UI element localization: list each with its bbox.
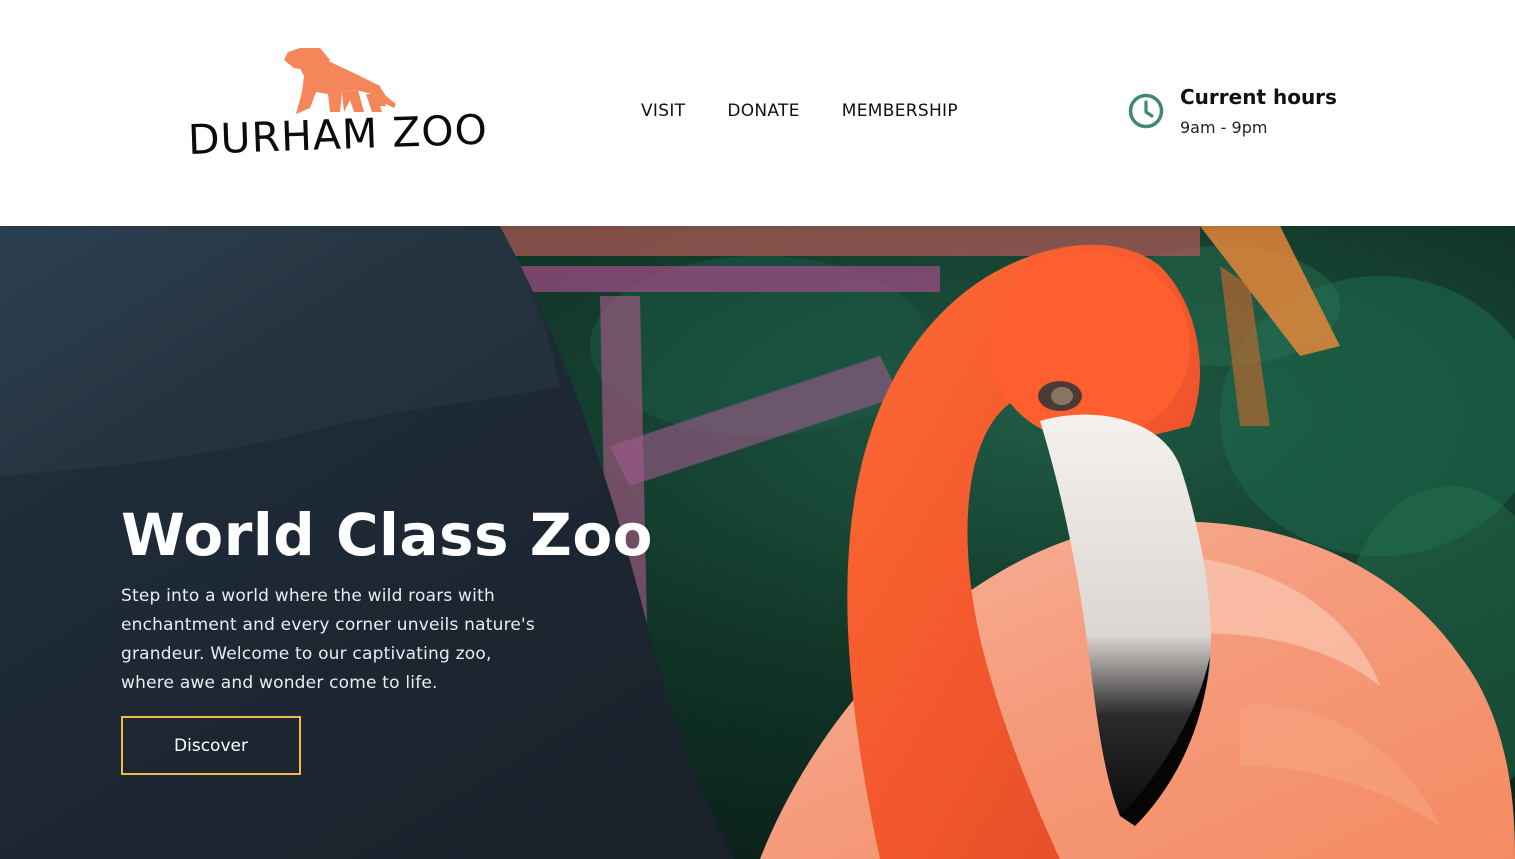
main-nav: VISIT DONATE MEMBERSHIP — [641, 100, 1000, 122]
discover-button[interactable]: Discover — [121, 716, 301, 775]
nav-donate[interactable]: DONATE — [727, 100, 799, 122]
hero: World Class Zoo Step into a world where … — [0, 226, 1515, 859]
clock-icon — [1128, 93, 1164, 129]
hours-title: Current hours — [1180, 85, 1337, 109]
site-header: DURHAM ZOO VISIT DONATE MEMBERSHIP Curre… — [0, 0, 1515, 226]
hero-title: World Class Zoo — [121, 501, 654, 569]
hours-value: 9am - 9pm — [1180, 118, 1268, 137]
hero-description: Step into a world where the wild roars w… — [121, 586, 535, 693]
nav-membership[interactable]: MEMBERSHIP — [842, 100, 958, 122]
current-hours: Current hours 9am - 9pm — [1127, 84, 1337, 140]
nav-visit[interactable]: VISIT — [641, 100, 685, 122]
hours-text: Current hours 9am - 9pm — [1180, 84, 1337, 140]
lion-icon — [284, 48, 396, 114]
logo-text: DURHAM ZOO — [187, 105, 489, 164]
logo[interactable]: DURHAM ZOO — [186, 44, 496, 174]
